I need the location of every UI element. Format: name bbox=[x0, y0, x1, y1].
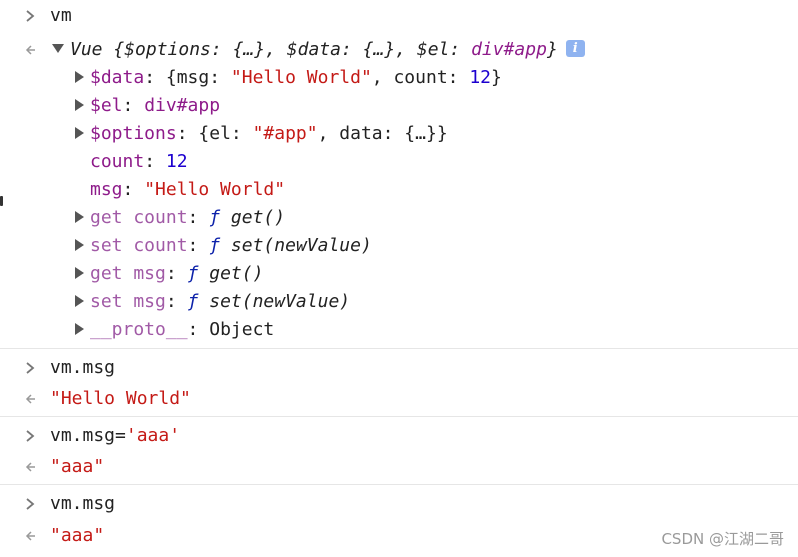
property-value: "Hello World" bbox=[144, 179, 286, 200]
entry-divider bbox=[0, 348, 798, 349]
expand-toggle-icon[interactable] bbox=[75, 288, 84, 316]
entry-divider bbox=[0, 484, 798, 485]
property-key: $options bbox=[90, 123, 177, 144]
console-input-row[interactable]: vm bbox=[0, 2, 798, 30]
console-input-row[interactable]: vm.msg='aaa' bbox=[0, 422, 798, 450]
console-output-value: "Hello World" bbox=[50, 388, 191, 409]
output-arrow-icon bbox=[22, 36, 38, 64]
accessor-row[interactable]: get count: ƒ get() bbox=[0, 204, 798, 232]
proto-row[interactable]: __proto__: Object bbox=[0, 316, 798, 344]
expand-toggle-open-icon[interactable] bbox=[52, 36, 64, 64]
property-row: count: 12 bbox=[90, 151, 188, 172]
entry-divider bbox=[0, 416, 798, 417]
property-value: {msg: "Hello World", count: 12} bbox=[165, 67, 502, 88]
property-key: $data bbox=[90, 67, 145, 88]
expand-toggle-icon[interactable] bbox=[75, 232, 84, 260]
expand-toggle-icon[interactable] bbox=[75, 120, 84, 148]
property-value: div#app bbox=[144, 95, 221, 116]
property-value: 12 bbox=[165, 151, 188, 172]
input-prompt-icon bbox=[22, 422, 38, 450]
property-row[interactable]: $el: div#app bbox=[0, 92, 798, 120]
function-icon: ƒ bbox=[187, 291, 199, 312]
output-arrow-icon bbox=[22, 453, 38, 481]
console-output-row: Vue {$options: {…}, $data: {…}, $el: div… bbox=[0, 36, 798, 64]
expand-toggle-icon[interactable] bbox=[75, 316, 84, 344]
expand-toggle-icon[interactable] bbox=[75, 204, 84, 232]
property-value: {el: "#app", data: {…}} bbox=[198, 123, 448, 144]
property-row: msg: "Hello World" bbox=[90, 179, 286, 200]
function-icon: ƒ bbox=[209, 235, 221, 256]
console-output-row: "Hello World" bbox=[0, 385, 798, 413]
property-key: set msg bbox=[90, 291, 166, 312]
watermark: CSDN @江湖二哥 bbox=[661, 530, 784, 548]
property-key: get count bbox=[90, 207, 188, 228]
console-output-row: "aaa" bbox=[0, 453, 798, 481]
expand-toggle-icon[interactable] bbox=[75, 260, 84, 288]
property-row[interactable]: $options: {el: "#app", data: {…}} bbox=[0, 120, 798, 148]
console-input-row[interactable]: vm.msg bbox=[0, 354, 798, 382]
console-output-value: "aaa" bbox=[50, 456, 105, 477]
property-key: get msg bbox=[90, 263, 166, 284]
function-signature: set(newValue) bbox=[209, 291, 351, 312]
function-signature: set(newValue) bbox=[230, 235, 372, 256]
console-input-text: vm.msg='aaa' bbox=[50, 425, 181, 446]
accessor-row[interactable]: set msg: ƒ set(newValue) bbox=[0, 288, 798, 316]
input-prompt-icon bbox=[22, 354, 38, 382]
info-icon[interactable]: i bbox=[565, 40, 585, 57]
object-class-name: Vue bbox=[70, 39, 103, 60]
console-input-text: vm.msg bbox=[50, 357, 116, 378]
output-arrow-icon bbox=[22, 522, 38, 550]
object-preview[interactable]: Vue {$options: {…}, $data: {…}, $el: div… bbox=[70, 36, 585, 64]
accessor-row[interactable]: set count: ƒ set(newValue) bbox=[0, 232, 798, 260]
input-prompt-icon bbox=[22, 2, 38, 30]
console-input-row[interactable]: vm.msg bbox=[0, 490, 798, 518]
console-output-value: "aaa" bbox=[50, 525, 105, 546]
property-value: Object bbox=[209, 319, 275, 340]
property-key: msg bbox=[90, 179, 123, 200]
function-icon: ƒ bbox=[209, 207, 221, 228]
function-icon: ƒ bbox=[187, 263, 199, 284]
expand-toggle-icon[interactable] bbox=[75, 64, 84, 92]
property-key: $el bbox=[90, 95, 123, 116]
expand-toggle-icon[interactable] bbox=[75, 92, 84, 120]
input-prompt-icon bbox=[22, 490, 38, 518]
property-key: set count bbox=[90, 235, 188, 256]
property-key: count bbox=[90, 151, 145, 172]
console-input-text: vm.msg bbox=[50, 493, 116, 514]
function-signature: get() bbox=[209, 263, 264, 284]
function-signature: get() bbox=[230, 207, 286, 228]
property-row[interactable]: $data: {msg: "Hello World", count: 12} bbox=[0, 64, 798, 92]
property-key: __proto__ bbox=[90, 319, 188, 340]
devtools-console: vm Vue {$options: {…}, $data: {…}, $el: … bbox=[0, 0, 798, 557]
accessor-row[interactable]: get msg: ƒ get() bbox=[0, 260, 798, 288]
console-input-text: vm bbox=[50, 5, 72, 26]
output-arrow-icon bbox=[22, 385, 38, 413]
